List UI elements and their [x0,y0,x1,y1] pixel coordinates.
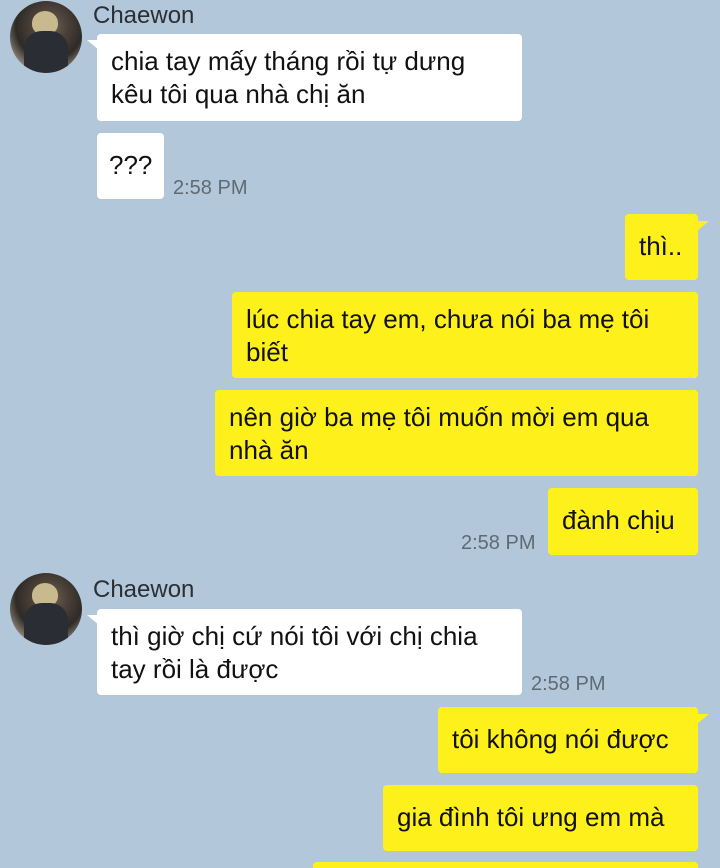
message-text: gia đình tôi ưng em mà [397,802,665,832]
incoming-message[interactable]: thì giờ chị cứ nói tôi với chị chia tay … [97,609,522,695]
bubble-tail [697,714,709,724]
message-text: đành chịu [562,505,675,535]
outgoing-message[interactable]: gia đình tôi ưng em mà [383,785,698,851]
message-text: nên giờ ba mẹ tôi muốn mời em qua nhà ăn [229,402,649,465]
message-text: ??? [109,150,153,180]
avatar-body [24,603,68,645]
incoming-message[interactable]: chia tay mấy tháng rồi tự dưng kêu tôi q… [97,34,522,121]
message-time: 2:58 PM [531,673,606,695]
message-text: lúc chia tay em, chưa nói ba mẹ tôi biết [246,304,650,367]
message-text: tôi không nói được [452,724,669,754]
avatar-chaewon[interactable] [10,573,82,645]
avatar-body [24,31,68,73]
outgoing-message[interactable]: tôi không nói được [438,707,698,773]
message-text: thì.. [639,231,683,261]
outgoing-message[interactable]: đành chịu [548,488,698,555]
sender-name: Chaewon [93,2,195,29]
bubble-tail [697,221,709,231]
outgoing-message[interactable]: thì.. [625,214,698,280]
message-time: 2:58 PM [461,532,536,554]
outgoing-message-partial[interactable] [313,862,698,868]
message-text: chia tay mấy tháng rồi tự dưng kêu tôi q… [111,46,466,109]
sender-name: Chaewon [93,576,195,603]
outgoing-message[interactable]: nên giờ ba mẹ tôi muốn mời em qua nhà ăn [215,390,698,476]
message-time: 2:58 PM [173,177,248,199]
outgoing-message[interactable]: lúc chia tay em, chưa nói ba mẹ tôi biết [232,292,698,378]
avatar-chaewon[interactable] [10,1,82,73]
incoming-message[interactable]: ??? [97,133,164,199]
message-text: thì giờ chị cứ nói tôi với chị chia tay … [111,621,478,684]
